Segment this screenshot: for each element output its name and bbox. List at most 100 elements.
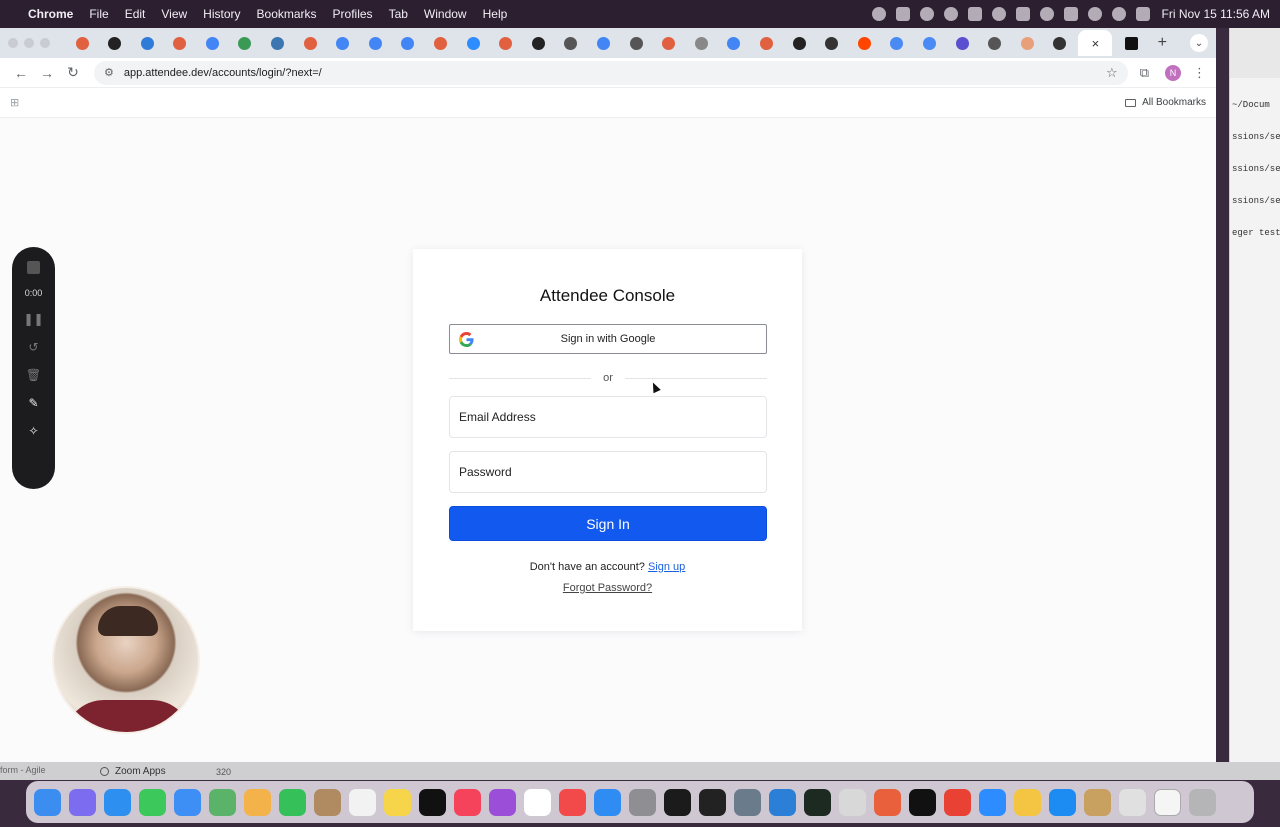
bookmark-star-icon[interactable]: ☆ bbox=[1106, 65, 1118, 81]
menu-edit[interactable]: Edit bbox=[125, 7, 146, 21]
address-bar[interactable]: ⚙ app.attendee.dev/accounts/login/?next=… bbox=[94, 60, 1128, 85]
tab-k[interactable] bbox=[133, 30, 161, 56]
docker-icon[interactable] bbox=[1049, 788, 1076, 816]
wifi-icon[interactable] bbox=[1087, 7, 1102, 21]
tab-globe-1[interactable] bbox=[557, 30, 585, 56]
pause-icon[interactable]: ❚❚ bbox=[23, 312, 43, 326]
downloads-stack-icon[interactable] bbox=[1119, 788, 1146, 816]
back-arrow-icon[interactable]: ← bbox=[10, 62, 32, 84]
launchpad-icon[interactable] bbox=[69, 788, 96, 816]
preview-icon[interactable] bbox=[734, 788, 761, 816]
vscode-icon[interactable] bbox=[769, 788, 796, 816]
textedit-icon[interactable] bbox=[839, 788, 866, 816]
tab-github-1[interactable] bbox=[101, 30, 129, 56]
extensions-puzzle-icon[interactable]: ⧉ bbox=[1140, 65, 1149, 81]
apple-tv-icon[interactable] bbox=[419, 788, 446, 816]
tab-active[interactable]: × bbox=[1078, 30, 1113, 56]
tab-chrome-2[interactable] bbox=[1046, 30, 1074, 56]
photos-icon[interactable] bbox=[244, 788, 271, 816]
sparkle-status-icon[interactable] bbox=[991, 7, 1006, 21]
tab-openai[interactable] bbox=[687, 30, 715, 56]
profile-avatar[interactable]: N bbox=[1165, 64, 1181, 81]
tab-asterisk-3[interactable] bbox=[296, 30, 324, 56]
system-settings-icon[interactable] bbox=[629, 788, 656, 816]
contacts-icon[interactable] bbox=[314, 788, 341, 816]
calendar-icon[interactable] bbox=[524, 788, 551, 816]
tab-globe-3[interactable] bbox=[981, 30, 1009, 56]
menu-history[interactable]: History bbox=[203, 7, 240, 21]
forward-arrow-icon[interactable]: → bbox=[36, 62, 58, 84]
tab-google-5[interactable] bbox=[590, 30, 618, 56]
menu-view[interactable]: View bbox=[161, 7, 187, 21]
utility-app-icon[interactable] bbox=[1084, 788, 1111, 816]
tab-asterisk-7[interactable] bbox=[752, 30, 780, 56]
password-field[interactable] bbox=[449, 451, 767, 493]
tab-github-3[interactable] bbox=[785, 30, 813, 56]
pencil-icon[interactable]: ✎ bbox=[28, 396, 38, 410]
sign-up-link[interactable]: Sign up bbox=[648, 561, 685, 573]
tab-google-6[interactable] bbox=[720, 30, 748, 56]
zoom-status-icon[interactable] bbox=[919, 7, 934, 21]
vpn-status-icon[interactable] bbox=[943, 7, 958, 21]
zoom-app-icon[interactable] bbox=[979, 788, 1006, 816]
music-icon[interactable] bbox=[454, 788, 481, 816]
tab-globe-2[interactable] bbox=[622, 30, 650, 56]
finder-icon[interactable] bbox=[34, 788, 61, 816]
tab-chrome-1[interactable] bbox=[818, 30, 846, 56]
menu-file[interactable]: File bbox=[89, 7, 108, 21]
mail-icon[interactable] bbox=[174, 788, 201, 816]
menu-bookmarks[interactable]: Bookmarks bbox=[257, 7, 317, 21]
tab-python[interactable] bbox=[264, 30, 292, 56]
tab-asterisk-4[interactable] bbox=[427, 30, 455, 56]
datagrip-icon[interactable] bbox=[664, 788, 691, 816]
maps-icon[interactable] bbox=[209, 788, 236, 816]
stop-recording-icon[interactable] bbox=[27, 261, 40, 274]
claude-app-icon[interactable] bbox=[874, 788, 901, 816]
effects-wand-icon[interactable]: ✧ bbox=[28, 424, 38, 438]
tab-zoom-1[interactable] bbox=[459, 30, 487, 56]
messages-icon[interactable] bbox=[139, 788, 166, 816]
tab-google-4[interactable] bbox=[394, 30, 422, 56]
tab-asterisk-1[interactable] bbox=[68, 30, 96, 56]
tab-attendee[interactable] bbox=[1117, 30, 1145, 56]
new-tab-button[interactable]: + bbox=[1158, 34, 1167, 52]
email-field[interactable] bbox=[449, 396, 767, 438]
zoom-window-button[interactable] bbox=[40, 38, 50, 48]
trash-icon[interactable]: 🗑 bbox=[26, 368, 41, 382]
tab-asterisk-5[interactable] bbox=[492, 30, 520, 56]
tab-search-chevron-icon[interactable]: ⌄ bbox=[1190, 34, 1208, 52]
chatgpt-app-icon[interactable] bbox=[909, 788, 936, 816]
tab-infinity[interactable] bbox=[231, 30, 259, 56]
site-info-icon[interactable]: ⚙ bbox=[104, 66, 114, 79]
tab-reddit[interactable] bbox=[850, 30, 878, 56]
menu-tab[interactable]: Tab bbox=[389, 7, 408, 21]
tab-s[interactable] bbox=[948, 30, 976, 56]
activity-monitor-icon[interactable] bbox=[804, 788, 831, 816]
menu-window[interactable]: Window bbox=[424, 7, 467, 21]
tab-gcloud-1[interactable] bbox=[883, 30, 911, 56]
close-tab-icon[interactable]: × bbox=[1092, 36, 1100, 51]
window-stack-icon[interactable] bbox=[1154, 788, 1181, 816]
spotlight-search-icon[interactable] bbox=[1111, 7, 1126, 21]
cloud-status-icon[interactable] bbox=[895, 7, 910, 21]
play-status-icon[interactable] bbox=[1039, 7, 1054, 21]
close-window-button[interactable] bbox=[8, 38, 18, 48]
trash-bin-icon[interactable] bbox=[1189, 788, 1216, 816]
all-bookmarks-button[interactable]: All Bookmarks bbox=[1125, 97, 1206, 108]
tab-claude[interactable] bbox=[1013, 30, 1041, 56]
tab-google-3[interactable] bbox=[361, 30, 389, 56]
control-center-icon[interactable] bbox=[1135, 7, 1150, 21]
settings-status-icon[interactable] bbox=[871, 7, 886, 21]
five-status-icon[interactable] bbox=[1015, 7, 1030, 21]
tab-google-2[interactable] bbox=[329, 30, 357, 56]
app-store-icon[interactable] bbox=[594, 788, 621, 816]
tab-asterisk-6[interactable] bbox=[655, 30, 683, 56]
menu-profiles[interactable]: Profiles bbox=[333, 7, 373, 21]
menu-help[interactable]: Help bbox=[483, 7, 508, 21]
tab-github-2[interactable] bbox=[524, 30, 552, 56]
facetime-icon[interactable] bbox=[279, 788, 306, 816]
reminders-icon[interactable] bbox=[349, 788, 376, 816]
chrome-menu-icon[interactable]: ⋮ bbox=[1193, 65, 1206, 81]
zoom-apps-item[interactable]: Zoom Apps bbox=[100, 766, 166, 777]
sign-in-button[interactable]: Sign In bbox=[449, 506, 767, 541]
